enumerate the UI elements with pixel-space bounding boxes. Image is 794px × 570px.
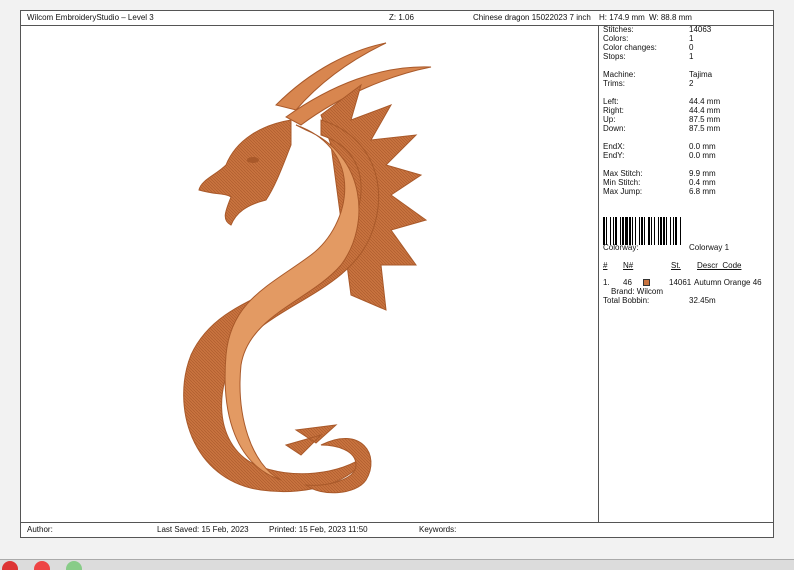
stat-label: Color changes: bbox=[603, 43, 657, 52]
keywords-field: Keywords: bbox=[419, 525, 457, 534]
colorway-value: Colorway 1 bbox=[689, 243, 730, 252]
stat-label: Right: bbox=[603, 106, 624, 115]
stat-value: 44.4 mm bbox=[689, 97, 721, 106]
color-row-descr: Autumn Orange 46 bbox=[694, 278, 762, 287]
taskbar bbox=[0, 559, 794, 570]
stat-value: 0.4 mm bbox=[689, 178, 716, 187]
last-saved-field: Last Saved: 15 Feb, 2023 bbox=[157, 525, 249, 534]
color-row-number: 46 bbox=[623, 278, 632, 287]
col-header-stitches: St. bbox=[671, 261, 681, 270]
design-canvas bbox=[21, 25, 599, 523]
stat-value: 0.0 mm bbox=[689, 151, 716, 160]
stat-value: 9.9 mm bbox=[689, 169, 716, 178]
stat-label: Trims: bbox=[603, 79, 625, 88]
stat-value: 2 bbox=[689, 79, 694, 88]
color-row-brand: Brand: Wilcom bbox=[611, 287, 664, 296]
stat-value: 1 bbox=[689, 34, 694, 43]
color-row-index: 1. bbox=[603, 278, 610, 287]
stat-label: Colors: bbox=[603, 34, 629, 43]
stat-value: 87.5 mm bbox=[689, 124, 721, 133]
stat-value: 44.4 mm bbox=[689, 106, 721, 115]
col-header-number: N# bbox=[623, 261, 634, 270]
design-info-panel: Stitches: 14063 Colors: 1 Color changes: 0 Sto… bbox=[599, 25, 775, 523]
stat-value: 1 bbox=[689, 52, 694, 61]
bobbin-value: 32.45m bbox=[689, 296, 716, 305]
app-title: Wilcom EmbroideryStudio – Level 3 bbox=[27, 13, 154, 22]
zoom-level: Z: 1.06 bbox=[389, 13, 414, 22]
colorway-label: Colorway: bbox=[603, 243, 639, 252]
col-header-index: # bbox=[603, 261, 608, 270]
stat-value: 14063 bbox=[689, 25, 712, 34]
stat-label: Min Stitch: bbox=[603, 178, 641, 187]
stat-value: 0 bbox=[689, 43, 694, 52]
design-height: H: 174.9 mm bbox=[599, 13, 645, 22]
stat-value: 6.8 mm bbox=[689, 187, 716, 196]
barcode-icon bbox=[603, 217, 751, 245]
sheet-footer: Author: Last Saved: 15 Feb, 2023 Printed… bbox=[21, 522, 773, 537]
stat-value: 87.5 mm bbox=[689, 115, 721, 124]
printed-field: Printed: 15 Feb, 2023 11:50 bbox=[269, 525, 368, 534]
stat-label: Down: bbox=[603, 124, 626, 133]
bobbin-label: Total Bobbin: bbox=[603, 296, 650, 305]
stat-value: Tajima bbox=[689, 70, 713, 79]
stat-label: EndY: bbox=[603, 151, 625, 160]
stat-label: Max Jump: bbox=[603, 187, 643, 196]
sheet-header: Wilcom EmbroideryStudio – Level 3 Z: 1.0… bbox=[21, 11, 773, 26]
stat-label: Machine: bbox=[603, 70, 636, 79]
design-name: Chinese dragon 15022023 7 inch bbox=[473, 13, 591, 22]
barcode-bar bbox=[681, 217, 682, 245]
color-row-stitches: 14061 bbox=[669, 278, 692, 287]
stat-label: Stitches: bbox=[603, 25, 634, 34]
stat-value: 0.0 mm bbox=[689, 142, 716, 151]
stat-label: Up: bbox=[603, 115, 616, 124]
stat-label: Max Stitch: bbox=[603, 169, 643, 178]
dragon-embroidery-preview bbox=[183, 42, 432, 494]
thread-swatch bbox=[643, 279, 650, 286]
design-width: W: 88.8 mm bbox=[649, 13, 692, 22]
stat-label: Stops: bbox=[603, 52, 626, 61]
col-header-descr: Descr_Code bbox=[697, 261, 742, 270]
stat-label: EndX: bbox=[603, 142, 625, 151]
print-preview-sheet: Wilcom EmbroideryStudio – Level 3 Z: 1.0… bbox=[20, 10, 774, 538]
author-field: Author: bbox=[27, 525, 53, 534]
stat-label: Left: bbox=[603, 97, 619, 106]
